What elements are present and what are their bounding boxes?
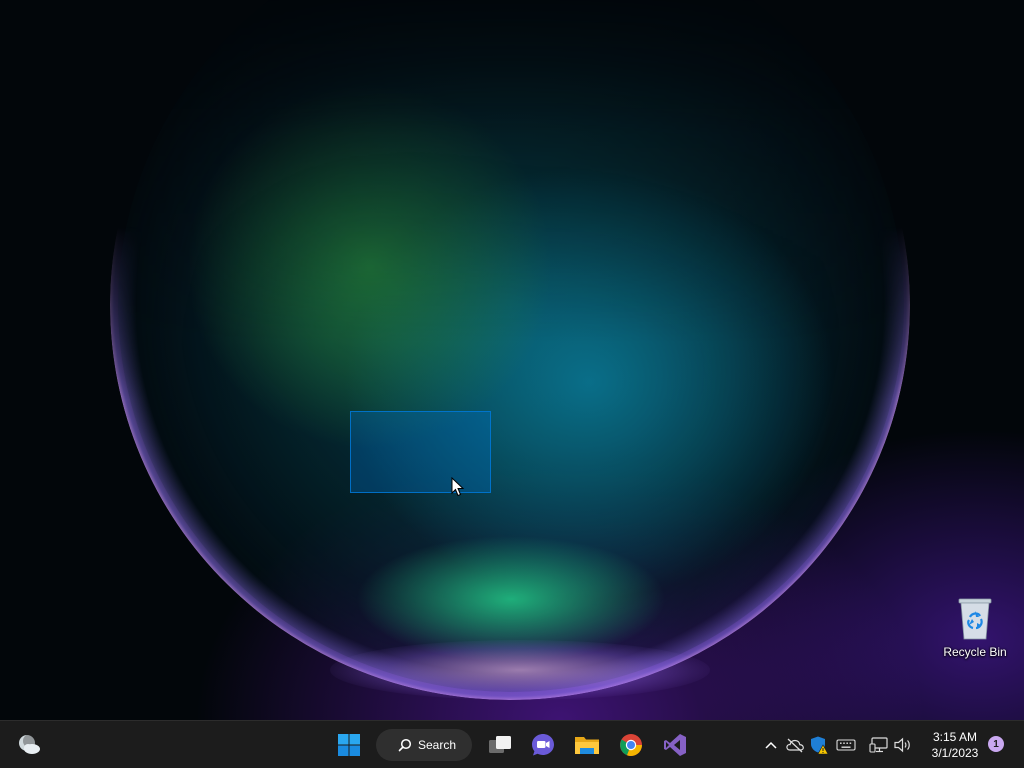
taskbar: Search 3:15 AM 3/1/2023: [0, 720, 1024, 768]
chrome-icon: [620, 734, 642, 756]
network-icon: [869, 737, 888, 753]
chat-button[interactable]: [526, 728, 560, 762]
clock-time: 3:15 AM: [932, 730, 978, 744]
file-explorer-button[interactable]: [570, 728, 604, 762]
weather-widget-button[interactable]: [12, 728, 46, 762]
cloud-offline-icon: [786, 738, 804, 753]
task-view-icon: [489, 736, 511, 753]
chevron-up-icon: [765, 741, 777, 749]
mouse-cursor-icon: [451, 477, 465, 497]
desktop-icon-recycle-bin[interactable]: Recycle Bin: [940, 595, 1010, 659]
speaker-icon: [894, 737, 910, 753]
visual-studio-button[interactable]: [658, 728, 692, 762]
onedrive-tray-button[interactable]: [784, 733, 806, 757]
visual-studio-icon: [664, 734, 686, 756]
search-label: Search: [418, 738, 457, 752]
taskbar-clock[interactable]: 3:15 AM 3/1/2023: [922, 729, 988, 761]
desktop-icon-label: Recycle Bin: [943, 645, 1007, 659]
chat-icon: [532, 734, 554, 756]
task-view-button[interactable]: [483, 728, 517, 762]
desktop-wallpaper: [0, 0, 1024, 720]
volume-tray-button[interactable]: [892, 733, 914, 757]
keyboard-icon: [836, 739, 856, 751]
weather-cloud-moon-icon: [19, 734, 40, 754]
shield-warning-icon: [811, 736, 829, 755]
windows-start-icon: [338, 734, 360, 756]
network-tray-button[interactable]: [868, 733, 890, 757]
show-hidden-icons-button[interactable]: [760, 733, 782, 757]
folder-icon: [575, 737, 599, 754]
notification-count-badge[interactable]: 1: [988, 736, 1004, 752]
desktop-selection-rectangle: [350, 411, 491, 493]
recycle-bin-icon: [958, 598, 992, 640]
keyboard-tray-button[interactable]: [835, 733, 857, 757]
search-icon: [398, 738, 412, 752]
clock-date: 3/1/2023: [931, 746, 979, 760]
chrome-button[interactable]: [614, 728, 648, 762]
taskbar-search-box[interactable]: Search: [376, 729, 472, 761]
wallpaper-glow: [330, 640, 710, 700]
start-button[interactable]: [332, 728, 366, 762]
windows-security-tray-button[interactable]: [808, 733, 830, 757]
